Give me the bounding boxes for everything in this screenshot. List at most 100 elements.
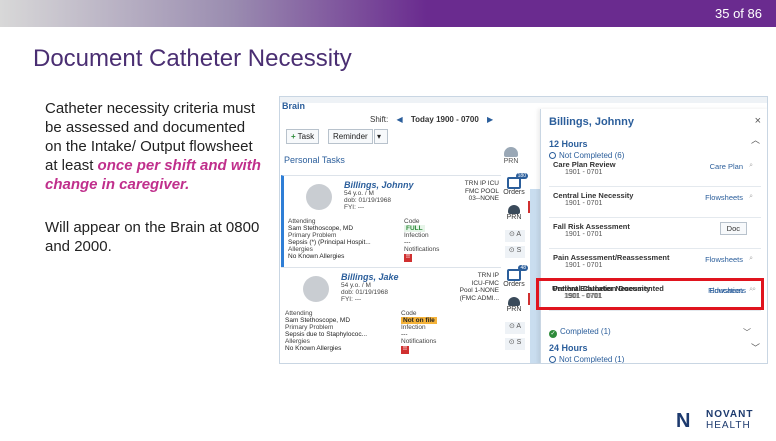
task-fall-risk-assessment[interactable]: Fall Risk Assessment 1901 - 0701 Doc [553, 222, 753, 248]
panel-patient-name: Billings, Johnny [549, 116, 634, 128]
orders-icon: 180 [507, 173, 528, 189]
pill-icon [508, 297, 520, 306]
divider [549, 248, 761, 249]
orders-count-badge: 180 [515, 173, 528, 179]
prn-header[interactable]: PRN [498, 147, 524, 165]
patient-location: TRN IP ICU FMC POOL 03--NONE [464, 180, 499, 202]
chevron-up-icon[interactable]: ︿ [751, 133, 760, 146]
pill-icon [508, 205, 520, 214]
pin-icon[interactable]: ⌕ [749, 255, 753, 263]
schedule-label: S [516, 339, 522, 346]
pin-icon[interactable]: ⌕ [749, 162, 753, 170]
highlight-box [536, 278, 764, 310]
task-name: Central Line Necessity [553, 191, 634, 200]
patient-location: TRN IP ICU-FMC Pool 1-NONE (FMC ADMI... [459, 272, 499, 302]
pin-icon[interactable]: ⌕ [749, 193, 753, 201]
not-completed-toggle[interactable]: Not Completed (6) [549, 151, 624, 160]
prn-header-label: PRN [503, 158, 519, 165]
task-central-line-necessity[interactable]: Central Line Necessity 1901 - 0701 Flows… [553, 191, 753, 217]
orders-button[interactable]: 48 Orders [501, 265, 528, 288]
not-completed-24-toggle[interactable]: Not Completed (1) [549, 355, 625, 364]
reminder-button[interactable]: Reminder [328, 129, 373, 144]
personal-tasks-label[interactable]: Personal Tasks [284, 155, 345, 165]
section-24-hours[interactable]: 24 Hours [549, 343, 588, 353]
task-time: 1901 - 0701 [565, 169, 603, 176]
task-name: Care Plan Review [553, 160, 616, 169]
patient-fyi: FYI: --- [341, 296, 362, 303]
brain-screenshot: Brain Shift: ◀ Today 1900 - 0700 ▶ + Task… [279, 96, 768, 364]
pill-icon [504, 147, 518, 157]
prn-button[interactable]: PRN [501, 205, 527, 221]
avatar [306, 184, 332, 210]
next-shift-icon[interactable]: ▶ [487, 115, 493, 124]
prev-shift-icon[interactable]: ◀ [396, 115, 402, 124]
avatar [303, 276, 329, 302]
brain-label: Brain [282, 101, 306, 111]
assessment-label: A [516, 231, 522, 238]
patient-card[interactable]: Billings, Johnny 54 y.o. / M dob: 01/19/… [281, 175, 501, 270]
not-completed-label: Not Completed (6) [559, 151, 625, 160]
prn-label: PRN [506, 306, 522, 313]
flowsheets-link[interactable]: Flowsheets [705, 255, 743, 264]
orders-label: Orders [503, 189, 525, 196]
divider [549, 186, 761, 187]
patient-task-panel: Billings, Johnny × ︿ 12 Hours Not Comple… [540, 109, 767, 364]
close-icon[interactable]: × [755, 115, 761, 127]
code-status-badge: FULL [404, 225, 425, 232]
logo-word-novant: NOVANT [706, 409, 754, 420]
app-top-strip [280, 97, 767, 103]
chevron-down-icon[interactable]: ﹀ [751, 341, 760, 354]
code-status-badge: Not on file [401, 317, 437, 324]
allergies-value: No Known Allergies [285, 345, 342, 352]
completed-toggle[interactable]: ✓ Completed (1) [549, 327, 611, 338]
care-plan-link[interactable]: Care Plan [710, 162, 743, 171]
task-pain-assessment[interactable]: Pain Assessment/Reassessment 1901 - 0701… [553, 253, 753, 279]
assessment-label: A [516, 323, 522, 330]
chevron-down-icon[interactable]: ﹀ [743, 327, 751, 338]
prn-button[interactable]: PRN [501, 297, 527, 313]
panel-edge [530, 189, 540, 363]
task-name: Fall Risk Assessment [553, 222, 630, 231]
top-banner: 35 of 86 [0, 0, 776, 27]
orders-icon: 48 [507, 265, 528, 281]
shift-range: 1900 - 0700 [436, 115, 479, 124]
orders-label: Orders [503, 281, 525, 288]
task-button-label: Task [297, 132, 315, 141]
patient-name[interactable]: Billings, Johnny [344, 180, 414, 190]
notification-flag-icon[interactable]: !! [404, 254, 412, 262]
completed-label: Completed (1) [560, 327, 611, 336]
patient-fyi: FYI: --- [344, 204, 365, 211]
slide-body: Catheter necessity criteria must be asse… [45, 99, 265, 256]
slide-number: 35 of 86 [715, 6, 762, 21]
doc-button[interactable]: Doc [719, 222, 747, 235]
not-completed-24-label: Not Completed (1) [559, 355, 625, 364]
task-care-plan-review[interactable]: Care Plan Review 1901 - 0701 Care Plan ⌕ [553, 160, 753, 186]
assessment-icon[interactable]: ⊙ A [505, 230, 525, 242]
patient-name[interactable]: Billings, Jake [341, 272, 399, 282]
add-task-button[interactable]: + Task [286, 129, 320, 144]
task-time: 1901 - 0701 [565, 200, 603, 207]
orders-count-badge: 48 [518, 265, 528, 271]
task-name: Pain Assessment/Reassessment [553, 253, 670, 262]
orders-button[interactable]: 180 Orders [501, 173, 528, 196]
assessment-icon[interactable]: ⊙ A [505, 322, 525, 334]
notification-flag-icon[interactable]: !! [401, 346, 409, 354]
slide-title: Document Catheter Necessity [33, 45, 352, 72]
allergies-value: No Known Allergies [288, 253, 345, 260]
pending-icon [549, 152, 556, 159]
flowsheets-link[interactable]: Flowsheets [705, 193, 743, 202]
logo-mark: N [676, 410, 691, 432]
task-time: 1901 - 0701 [565, 231, 603, 238]
schedule-icon[interactable]: ⊙ S [505, 246, 525, 258]
patient-card[interactable]: Billings, Jake 54 y.o. / M dob: 01/19/19… [281, 267, 501, 362]
instruction-paragraph: Catheter necessity criteria must be asse… [45, 99, 265, 194]
shift-selector: Shift: ◀ Today 1900 - 0700 ▶ [370, 115, 499, 124]
pending-icon [549, 356, 556, 363]
shift-label: Shift: [370, 115, 389, 124]
reminder-dropdown-icon[interactable]: ▾ [374, 129, 388, 144]
prn-label: PRN [506, 214, 522, 221]
logo-word-health: HEALTH [706, 420, 751, 431]
today-label: Today [410, 115, 434, 124]
section-12-hours[interactable]: 12 Hours [549, 139, 588, 149]
schedule-icon[interactable]: ⊙ S [505, 338, 525, 350]
